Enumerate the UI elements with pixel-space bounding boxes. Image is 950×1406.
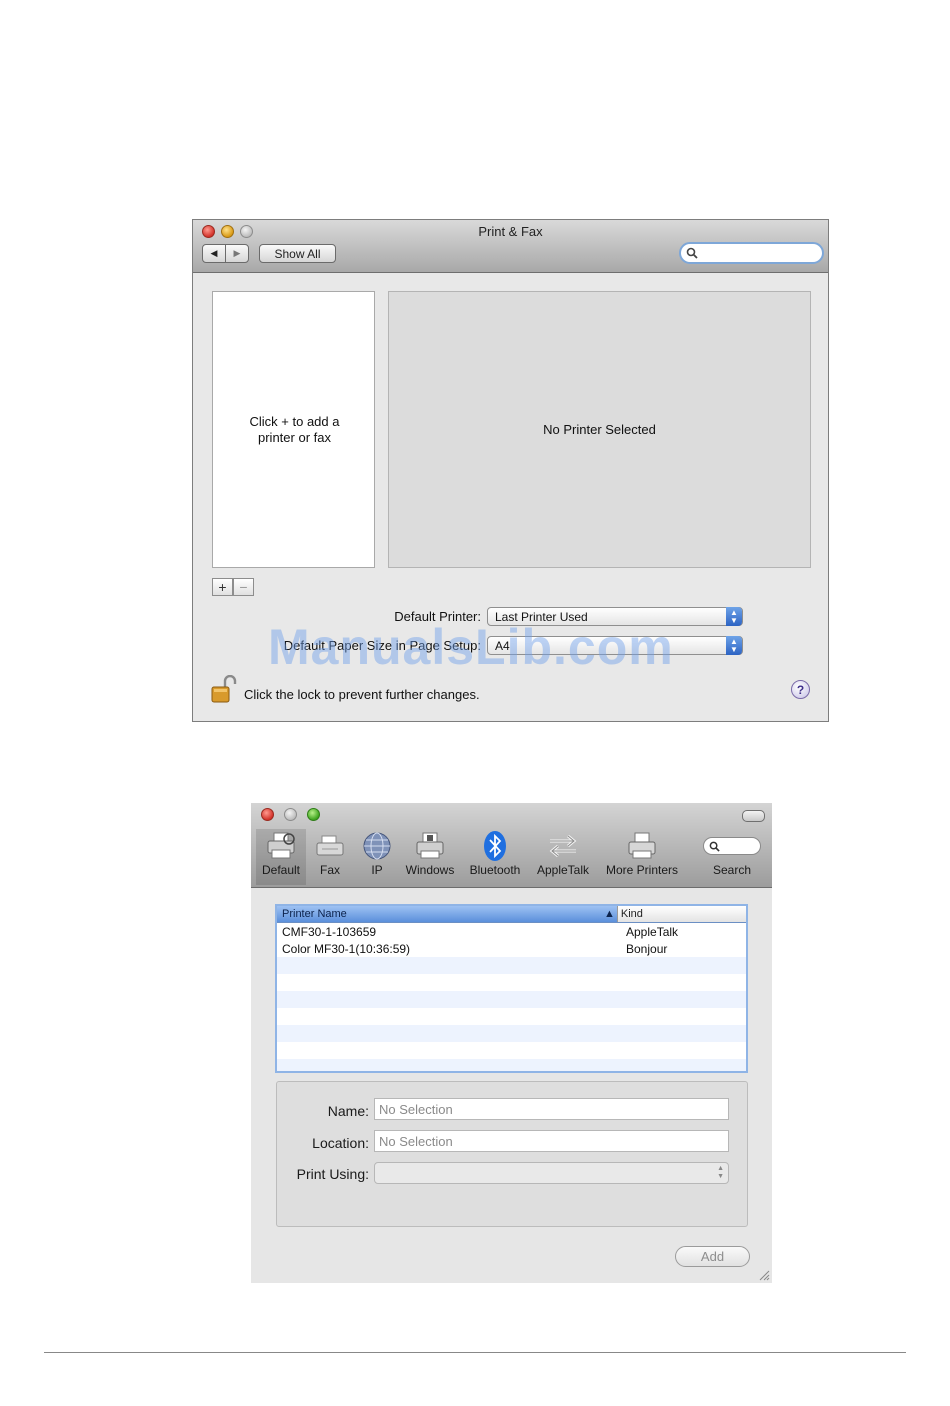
toolbar-label: IP	[371, 863, 383, 877]
empty-row	[277, 1042, 746, 1059]
column-label: Kind	[620, 908, 643, 920]
more-printers-icon	[628, 832, 656, 859]
toolbar-bluetooth[interactable]: Bluetooth	[465, 829, 525, 885]
toolbar-search[interactable]: Search	[699, 829, 765, 885]
toolbar-label: Windows	[405, 863, 455, 877]
toolbar-fax[interactable]: Fax	[310, 829, 350, 885]
toolbar-label: More Printers	[605, 863, 679, 877]
windows-printer-icon	[416, 832, 444, 859]
toolbar-appletalk[interactable]: AppleTalk	[531, 829, 595, 885]
no-printer-selected-label: No Printer Selected	[543, 422, 656, 437]
add-button[interactable]: Add	[675, 1246, 750, 1267]
table-header: Printer Name ▲ Kind	[277, 906, 746, 923]
printer-info-box: Name: No Selection Location: No Selectio…	[276, 1081, 748, 1227]
help-icon: ?	[796, 682, 805, 697]
fax-icon	[316, 835, 344, 856]
print-using-label: Print Using:	[296, 1166, 369, 1182]
printer-kind-cell: Bonjour	[626, 941, 668, 956]
column-kind[interactable]: Kind	[616, 906, 746, 922]
window-title: Print & Fax	[478, 224, 543, 239]
show-all-button[interactable]: Show All	[259, 244, 336, 263]
printer-name-cell: CMF30-1-103659	[282, 924, 377, 939]
search-icon	[709, 841, 720, 852]
printer-browser-table[interactable]: Printer Name ▲ Kind CMF30-1-103659 Apple…	[275, 904, 748, 1073]
add-printer-button[interactable]: +	[212, 578, 233, 596]
search-input[interactable]	[701, 245, 820, 261]
popup-arrows-icon: ▲ ▼	[726, 636, 742, 655]
toolbar-ip[interactable]: IP	[357, 829, 397, 885]
default-printer-icon	[267, 832, 295, 859]
plus-icon: +	[218, 579, 227, 595]
name-field[interactable]: No Selection	[374, 1098, 729, 1120]
empty-row	[277, 957, 746, 974]
print-fax-window: Print & Fax ◀ ▶ Show All Click + to add …	[192, 219, 829, 722]
toolbar-label: Default	[261, 863, 301, 877]
resize-grip-icon[interactable]	[759, 1270, 770, 1281]
minus-icon: −	[239, 579, 248, 595]
bluetooth-icon	[484, 831, 506, 861]
toolbar: Default Fax IP Windows Bluetooth AppleTa…	[251, 803, 772, 888]
toolbar-label: AppleTalk	[536, 863, 590, 877]
popup-arrows-icon: ▲ ▼	[726, 607, 742, 626]
title-bar: Print & Fax ◀ ▶ Show All	[193, 220, 828, 273]
empty-row	[277, 991, 746, 1008]
empty-row	[277, 974, 746, 991]
lock-text: Click the lock to prevent further change…	[244, 687, 480, 702]
back-button[interactable]: ◀	[202, 244, 226, 263]
printer-list[interactable]: Click + to add a printer or fax	[212, 291, 375, 568]
toolbar-label: Fax	[319, 863, 340, 877]
column-label: Printer Name	[282, 908, 347, 920]
help-button[interactable]: ?	[791, 680, 810, 699]
empty-row	[277, 1025, 746, 1042]
forward-button[interactable]: ▶	[225, 244, 249, 263]
lock-icon[interactable]	[211, 675, 237, 703]
printer-kind-cell: AppleTalk	[626, 924, 679, 939]
print-using-popup[interactable]: ▲ ▼	[374, 1162, 729, 1184]
printer-name-cell: Color MF30-1(10:36:59)	[282, 941, 411, 956]
page-bottom-rule	[44, 1352, 906, 1353]
remove-printer-button[interactable]: −	[233, 578, 254, 596]
forward-arrow-icon: ▶	[233, 248, 241, 258]
close-button[interactable]	[261, 808, 274, 821]
toolbar-search-field[interactable]	[703, 837, 761, 855]
add-printer-window: Default Fax IP Windows Bluetooth AppleTa…	[251, 803, 772, 1283]
toolbar-default[interactable]: Default	[256, 829, 306, 885]
toolbar-label: Search	[712, 863, 752, 877]
toolbar-toggle-button[interactable]	[742, 810, 765, 822]
minimize-button[interactable]	[284, 808, 297, 821]
printer-detail-pane: No Printer Selected	[388, 291, 811, 568]
toolbar-windows[interactable]: Windows	[402, 829, 458, 885]
location-label: Location:	[312, 1135, 369, 1151]
sort-ascending-icon: ▲	[604, 908, 615, 920]
location-field[interactable]: No Selection	[374, 1130, 729, 1152]
empty-row	[277, 1059, 746, 1071]
toolbar-more-printers[interactable]: More Printers	[600, 829, 684, 885]
search-icon	[686, 247, 698, 259]
back-arrow-icon: ◀	[210, 248, 218, 258]
popup-arrows-icon: ▲ ▼	[717, 1165, 724, 1180]
table-row[interactable]: Color MF30-1(10:36:59) Bonjour	[277, 940, 746, 957]
ip-globe-icon	[363, 832, 391, 860]
printer-list-hint: Click + to add a printer or fax	[249, 414, 340, 445]
empty-row	[277, 1008, 746, 1025]
zoom-button[interactable]	[307, 808, 320, 821]
column-printer-name[interactable]: Printer Name ▲	[277, 908, 617, 920]
toolbar-label: Bluetooth	[469, 863, 521, 877]
appletalk-icon	[549, 834, 577, 858]
name-label: Name:	[327, 1103, 369, 1119]
search-field[interactable]	[679, 242, 824, 264]
watermark: ManualsLib.com	[268, 619, 674, 675]
table-row[interactable]: CMF30-1-103659 AppleTalk	[277, 923, 746, 940]
